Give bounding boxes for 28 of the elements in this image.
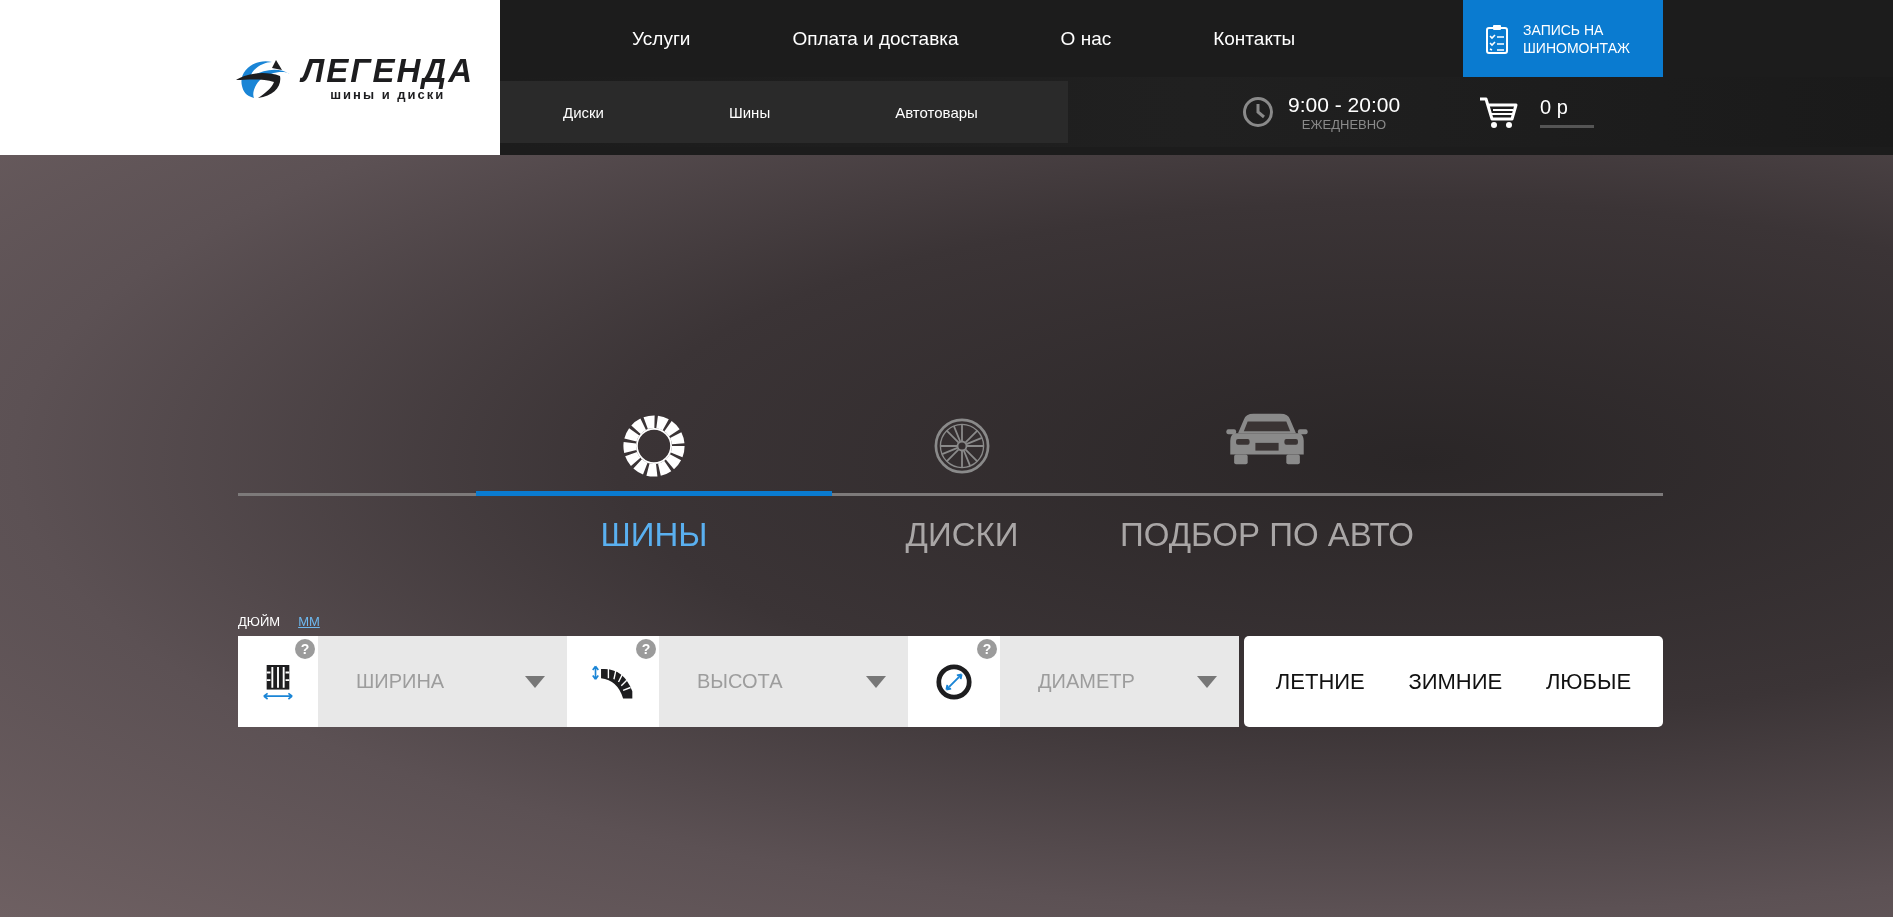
category-tab[interactable]: ПОДБОР ПО АВТО	[1092, 410, 1442, 554]
caret-icon	[866, 675, 886, 688]
caret-icon	[525, 675, 545, 688]
logo-wordmark: ЛЕГЕНДА	[301, 53, 474, 88]
cart-icon[interactable]	[1478, 95, 1519, 129]
category-tab[interactable]: ДИСКИ	[832, 410, 1092, 554]
season-option[interactable]: ЛЮБЫЕ	[1545, 668, 1632, 695]
hours-days: ЕЖЕДНЕВНО	[1301, 116, 1387, 132]
tire-width-icon	[261, 662, 295, 701]
hours-time: 9:00 - 20:00	[1288, 92, 1401, 117]
nav-link[interactable]: Оплата и доставка	[792, 27, 959, 50]
subnav-link[interactable]: Диски	[563, 103, 604, 121]
season-option[interactable]: ЛЕТНИЕ	[1275, 668, 1365, 695]
category-tab[interactable]: ШИНЫ	[476, 410, 832, 554]
unit-toggle[interactable]: ДЮЙМ	[238, 613, 281, 629]
nav-link[interactable]: О нас	[1060, 27, 1112, 50]
unit-toggle[interactable]: ММ	[298, 613, 320, 629]
season-option[interactable]: ЗИМНИЕ	[1408, 668, 1503, 695]
subnav-link[interactable]: Автотовары	[895, 103, 978, 121]
subnav-link[interactable]: Шины	[729, 103, 771, 121]
caret-icon	[1197, 675, 1217, 688]
clipboard-checklist-icon	[1485, 23, 1509, 54]
tire-diameter-icon	[935, 662, 973, 701]
clock-icon	[1242, 96, 1274, 128]
booking-button[interactable]: ЗАПИСЬ НА ШИНОМОНТАЖ	[1463, 0, 1663, 77]
nav-link[interactable]: Контакты	[1213, 27, 1296, 50]
nav-link[interactable]: Услуги	[632, 27, 691, 50]
cart-total[interactable]: 0 р	[1540, 96, 1594, 128]
